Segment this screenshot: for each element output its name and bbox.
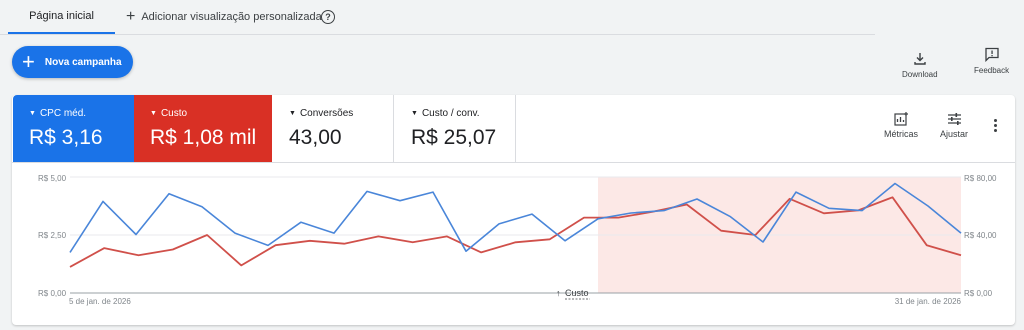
new-campaign-label: Nova campanha xyxy=(44,56,122,68)
feedback-icon xyxy=(984,47,999,62)
tab-add-custom-view[interactable]: + Adicionar visualização personalizada xyxy=(126,0,322,34)
y-left-tick: R$ 2,50 xyxy=(38,231,67,240)
y-left-tick: R$ 5,00 xyxy=(38,174,67,183)
annotation-label: Custo xyxy=(565,288,589,298)
tab-bar: Página inicial + Adicionar visualização … xyxy=(0,0,875,35)
tab-add-label: Adicionar visualização personalizada xyxy=(141,11,322,23)
plus-icon: + xyxy=(126,8,136,25)
feedback-label: Feedback xyxy=(974,66,1010,75)
plus-icon: + xyxy=(22,49,35,74)
download-icon xyxy=(914,53,926,65)
download-label: Download xyxy=(902,70,938,79)
x-label-start: 5 de jan. de 2026 xyxy=(69,297,131,306)
y-right-tick: R$ 40,00 xyxy=(964,231,997,240)
feedback-button[interactable]: Feedback xyxy=(974,47,1009,75)
arrow-up-icon: ↑ xyxy=(556,288,561,298)
performance-card: ▼ CPC méd. R$ 3,16 ▼ Custo R$ 1,08 mil ▼ Co… xyxy=(12,95,1015,325)
help-icon[interactable]: ? xyxy=(321,10,335,24)
new-campaign-button[interactable]: + Nova campanha xyxy=(12,46,133,78)
x-label-end: 31 de jan. de 2026 xyxy=(895,297,962,306)
tab-home[interactable]: Página inicial xyxy=(8,0,115,34)
performance-chart: R$ 5,00 R$ 2,50 R$ 0,00 R$ 80,00 R$ 40,0… xyxy=(38,174,997,306)
y-right-tick: R$ 80,00 xyxy=(964,174,997,183)
y-left-tick: R$ 0,00 xyxy=(38,289,67,298)
y-right-tick: R$ 0,00 xyxy=(964,289,993,298)
download-button[interactable]: Download xyxy=(902,52,938,79)
